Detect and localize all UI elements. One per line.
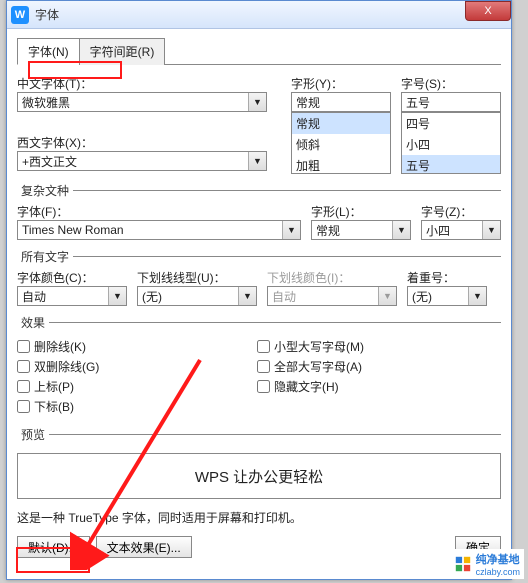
fieldset-effects: 效果 删除线(K) 双删除线(G) 上标(P) 下标(B) 小型大写字母(M) …	[17, 314, 501, 418]
tab-spacing[interactable]: 字符间距(R)	[79, 38, 166, 65]
default-button[interactable]: 默认(D)...	[17, 536, 90, 558]
dropdown-arrow-icon: ▼	[108, 287, 126, 305]
checkbox-allcaps[interactable]: 全部大写字母(A)	[257, 358, 437, 375]
style-option[interactable]: 常规	[292, 113, 390, 134]
app-icon: W	[11, 6, 29, 24]
client-area: 字体(N) 字符间距(R) 中文字体(T)： 微软雅黑 ▼ 西文字体(X)： +…	[7, 29, 511, 566]
label-underline-color: 下划线颜色(I)：	[267, 269, 397, 286]
checkbox-strike[interactable]: 删除线(K)	[17, 338, 197, 355]
dropdown-arrow-icon: ▼	[248, 152, 266, 170]
fieldset-complex: 复杂文种 字体(F)： Times New Roman▼ 字形(L)： 常规▼ …	[17, 182, 501, 240]
cn-font-combo[interactable]: 微软雅黑 ▼	[17, 92, 267, 112]
fieldset-alltext: 所有文字 字体颜色(C)： 自动 ▼ 下划线线型(U)： (无) ▼ 下划线颜色(I…	[17, 248, 501, 306]
legend-preview: 预览	[17, 426, 49, 443]
watermark-logo-icon	[454, 555, 472, 573]
checkbox-superscript[interactable]: 上标(P)	[17, 378, 197, 395]
label-font-color: 字体颜色(C)：	[17, 269, 127, 286]
label-cn-font: 中文字体(T)：	[17, 75, 281, 92]
legend-alltext: 所有文字	[17, 248, 73, 265]
size-input[interactable]: 五号	[401, 92, 501, 112]
tab-strip: 字体(N) 字符间距(R)	[17, 37, 501, 65]
checkbox-smallcaps[interactable]: 小型大写字母(M)	[257, 338, 437, 355]
complex-size-combo[interactable]: 小四 ▼	[421, 220, 501, 240]
complex-font-combo[interactable]: Times New Roman ▼	[17, 220, 301, 240]
label-emphasis: 着重号：	[407, 269, 487, 286]
checkbox-hidden[interactable]: 隐藏文字(H)	[257, 378, 437, 395]
dropdown-arrow-icon: ▼	[282, 221, 300, 239]
cn-font-value: 微软雅黑	[22, 94, 70, 111]
size-option[interactable]: 四号	[402, 113, 500, 134]
checkbox-subscript[interactable]: 下标(B)	[17, 398, 197, 415]
preview-note: 这是一种 TrueType 字体，同时适用于屏幕和打印机。	[17, 509, 501, 526]
dropdown-arrow-icon: ▼	[248, 93, 266, 111]
label-complex-font: 字体(F)：	[17, 203, 301, 220]
label-complex-size: 字号(Z)：	[421, 203, 501, 220]
font-dialog: W 字体 X 字体(N) 字符间距(R) 中文字体(T)： 微软雅黑 ▼ 西文字…	[6, 0, 512, 580]
complex-style-combo[interactable]: 常规 ▼	[311, 220, 411, 240]
size-option[interactable]: 小四	[402, 134, 500, 155]
watermark: 纯净基地 czlaby.com	[450, 549, 524, 579]
emphasis-value: (无)	[412, 288, 432, 305]
label-complex-style: 字形(L)：	[311, 203, 411, 220]
titlebar[interactable]: W 字体 X	[7, 1, 511, 29]
label-size: 字号(S)：	[401, 75, 501, 92]
fieldset-preview: 预览 WPS 让办公更轻松 这是一种 TrueType 字体，同时适用于屏幕和打…	[17, 426, 501, 526]
underline-color-combo: 自动 ▼	[267, 286, 397, 306]
label-west-font: 西文字体(X)：	[17, 134, 281, 151]
font-color-value: 自动	[22, 288, 46, 305]
dropdown-arrow-icon: ▼	[238, 287, 256, 305]
underline-color-value: 自动	[272, 288, 296, 305]
legend-complex: 复杂文种	[17, 182, 73, 199]
style-input[interactable]: 常规	[291, 92, 391, 112]
emphasis-combo[interactable]: (无) ▼	[407, 286, 487, 306]
dropdown-arrow-icon: ▼	[482, 221, 500, 239]
complex-font-value: Times New Roman	[22, 223, 124, 237]
dropdown-arrow-icon: ▼	[392, 221, 410, 239]
tab-font[interactable]: 字体(N)	[17, 38, 80, 65]
size-option[interactable]: 五号	[402, 155, 500, 174]
size-value: 五号	[406, 94, 430, 111]
checkbox-double-strike[interactable]: 双删除线(G)	[17, 358, 197, 375]
dropdown-arrow-icon: ▼	[378, 287, 396, 305]
west-font-combo[interactable]: +西文正文 ▼	[17, 151, 267, 171]
style-option[interactable]: 倾斜	[292, 134, 390, 155]
watermark-url: czlaby.com	[476, 567, 520, 577]
style-option[interactable]: 加粗	[292, 155, 390, 174]
text-effect-button[interactable]: 文本效果(E)...	[96, 536, 192, 558]
legend-effects: 效果	[17, 314, 49, 331]
window-title: 字体	[35, 6, 59, 23]
close-button[interactable]: X	[465, 1, 511, 21]
style-value: 常规	[296, 94, 320, 111]
label-underline-type: 下划线线型(U)：	[137, 269, 257, 286]
size-listbox[interactable]: 四号 小四 五号	[401, 112, 501, 174]
preview-box: WPS 让办公更轻松	[17, 453, 501, 499]
style-listbox[interactable]: 常规 倾斜 加粗	[291, 112, 391, 174]
watermark-brand: 纯净基地	[476, 551, 520, 567]
underline-type-value: (无)	[142, 288, 162, 305]
west-font-value: +西文正文	[22, 153, 77, 170]
complex-style-value: 常规	[316, 222, 340, 239]
complex-size-value: 小四	[426, 222, 450, 239]
dropdown-arrow-icon: ▼	[468, 287, 486, 305]
underline-type-combo[interactable]: (无) ▼	[137, 286, 257, 306]
font-color-combo[interactable]: 自动 ▼	[17, 286, 127, 306]
label-style: 字形(Y)：	[291, 75, 391, 92]
